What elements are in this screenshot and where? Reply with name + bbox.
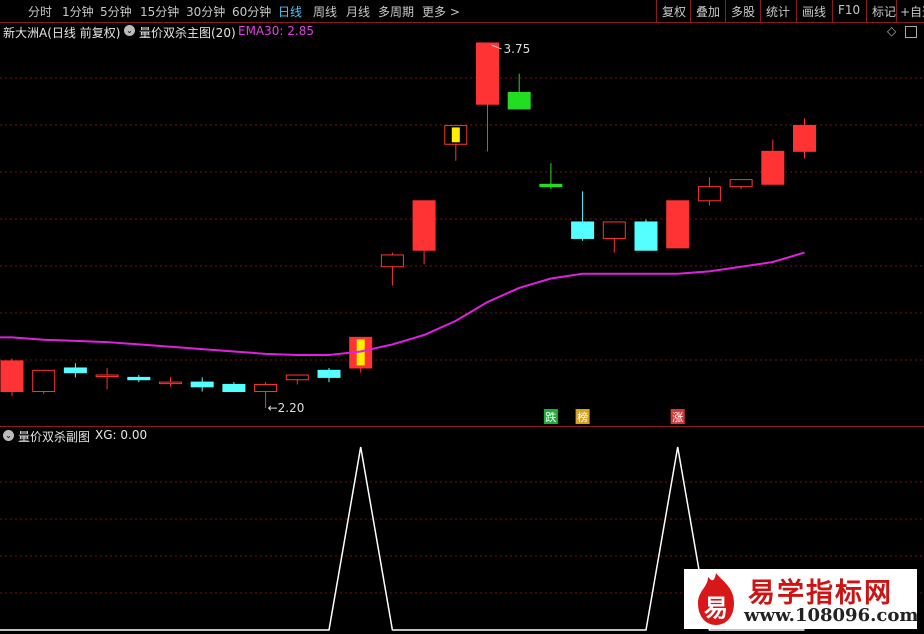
period-9[interactable]: 多周期 bbox=[378, 3, 414, 20]
period-4[interactable]: 30分钟 bbox=[186, 3, 225, 20]
indicator-dropdown-icon[interactable]: ⌄ bbox=[124, 25, 135, 36]
logo-char: 易 bbox=[704, 594, 728, 622]
tool-button-3[interactable]: 统计 bbox=[766, 3, 790, 20]
diamond-icon[interactable]: ◇ bbox=[887, 24, 896, 38]
candle-body bbox=[285, 374, 309, 381]
candle-body bbox=[190, 381, 214, 388]
sub-chart-header: ⌄ 量价双杀副图 XG: 0.00 bbox=[0, 427, 924, 445]
signal-marker-text: 榜 bbox=[577, 410, 588, 424]
tool-button-4[interactable]: 画线 bbox=[802, 3, 826, 20]
tool-button-6[interactable]: 标记 bbox=[872, 3, 896, 20]
period-10[interactable]: 更多 > bbox=[422, 3, 460, 20]
stock-label[interactable]: 新大洲A(日线 前复权) bbox=[3, 24, 120, 41]
candle-body bbox=[793, 124, 816, 152]
tool-button-1[interactable]: 叠加 bbox=[696, 3, 720, 20]
tool-button-2[interactable]: 多股 bbox=[731, 3, 755, 20]
toolbar-separator bbox=[896, 0, 897, 22]
candle-body bbox=[32, 369, 56, 393]
ema30-line bbox=[0, 251, 805, 357]
candle-body bbox=[380, 254, 404, 268]
candle-body bbox=[634, 221, 658, 251]
period-1[interactable]: 1分钟 bbox=[62, 3, 94, 20]
tool-button-7[interactable]: +自选 bbox=[900, 3, 924, 20]
main-indicator-name[interactable]: 量价双杀主图(20) bbox=[139, 24, 236, 41]
sub-dropdown-icon[interactable]: ⌄ bbox=[3, 430, 14, 441]
signal-marker-text: 涨 bbox=[672, 411, 683, 424]
candle-body bbox=[507, 91, 531, 110]
candle-body bbox=[159, 381, 182, 385]
period-8[interactable]: 月线 bbox=[346, 3, 370, 20]
main-chart-header: 新大洲A(日线 前复权) ⌄ 量价双杀主图(20) EMA30: 2.85 ◇ bbox=[0, 23, 924, 41]
candle-body bbox=[412, 200, 436, 251]
tool-button-0[interactable]: 复权 bbox=[662, 3, 686, 20]
period-5[interactable]: 60分钟 bbox=[232, 3, 271, 20]
candle-body bbox=[539, 183, 563, 188]
low-price-label: ←2.20 bbox=[268, 401, 305, 415]
toolbar-separator bbox=[796, 0, 797, 22]
xg-value-label: XG: 0.00 bbox=[95, 428, 148, 442]
tool-button-5[interactable]: F10 bbox=[838, 3, 860, 17]
candle-body bbox=[95, 374, 119, 378]
candle-body bbox=[729, 179, 753, 188]
sub-indicator-name[interactable]: 量价双杀副图 bbox=[18, 428, 90, 445]
candle-body bbox=[317, 369, 341, 378]
candle-body bbox=[222, 383, 246, 393]
ema-value-label: EMA30: 2.85 bbox=[238, 24, 314, 38]
candle-body bbox=[0, 360, 24, 393]
candle-highlight bbox=[451, 127, 460, 143]
candle-body bbox=[571, 221, 595, 239]
candle-body bbox=[476, 42, 499, 105]
watermark-logo: 易 易学指标网 www.108096.com bbox=[684, 569, 917, 629]
period-3[interactable]: 15分钟 bbox=[140, 3, 179, 20]
toolbar-separator bbox=[690, 0, 691, 22]
candle-body bbox=[761, 150, 785, 185]
candle-body bbox=[127, 376, 151, 381]
toolbar-separator bbox=[725, 0, 726, 22]
period-6[interactable]: 日线 bbox=[278, 3, 302, 20]
candle-body bbox=[666, 200, 690, 249]
candle-body bbox=[254, 383, 278, 393]
toolbar-separator bbox=[656, 0, 657, 22]
price-chart[interactable]: 3.75 ←2.20 跌 榜 涨 bbox=[0, 41, 924, 427]
candle-body bbox=[63, 367, 87, 374]
toolbar-separator bbox=[760, 0, 761, 22]
period-7[interactable]: 周线 bbox=[313, 3, 337, 20]
watermark-url: www.108096.com bbox=[744, 605, 917, 626]
flame-logo-icon: 易 bbox=[698, 573, 734, 625]
period-toolbar: 分时 1分钟 5分钟 15分钟 30分钟 60分钟 日线 周线 月线 多周期 更多 > 复权 叠加 多股统… bbox=[0, 0, 924, 23]
toolbar-separator bbox=[866, 0, 867, 22]
high-price-label: 3.75 bbox=[504, 42, 531, 56]
toolbar-separator bbox=[832, 0, 833, 22]
square-icon[interactable] bbox=[905, 26, 917, 38]
candle-body bbox=[697, 186, 721, 202]
period-2[interactable]: 5分钟 bbox=[100, 3, 132, 20]
candle-body bbox=[602, 221, 626, 239]
period-0[interactable]: 分时 bbox=[28, 3, 52, 20]
signal-marker-text: 跌 bbox=[545, 410, 556, 424]
